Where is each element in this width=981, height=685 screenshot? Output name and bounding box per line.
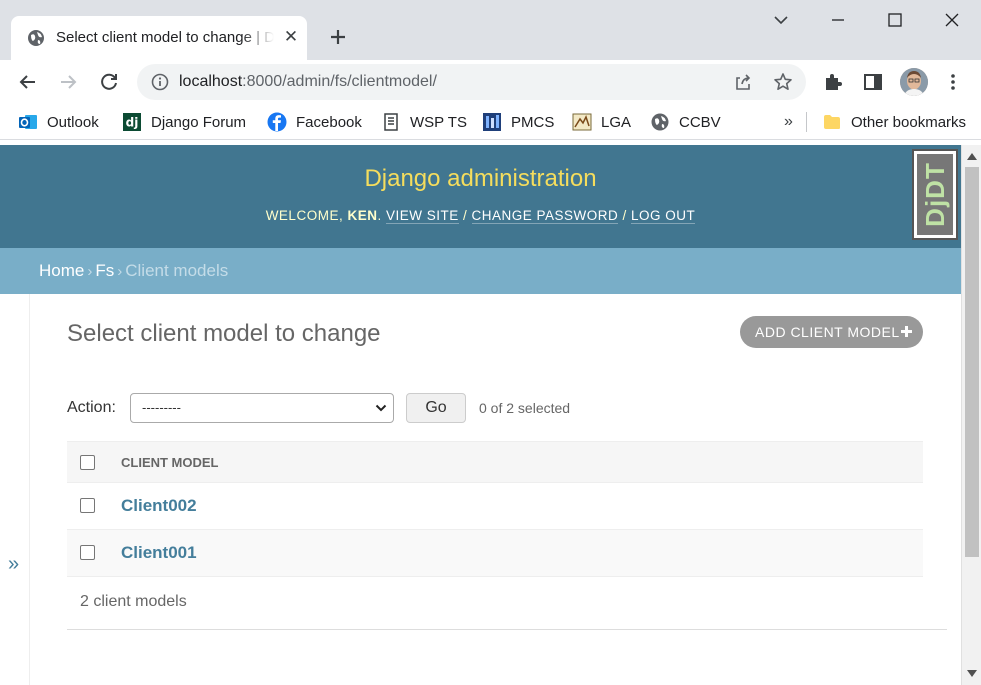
admin-header: Django administration WELCOME, KEN. VIEW…	[0, 145, 961, 248]
table-row: Client001	[67, 529, 923, 577]
action-label: Action:	[67, 399, 116, 416]
browser-titlebar: Select client model to change | Django s…	[0, 0, 981, 60]
site-info-icon[interactable]	[151, 73, 169, 91]
site-branding[interactable]: Django administration	[0, 165, 961, 193]
profile-face-icon	[900, 68, 928, 96]
user-tools: WELCOME, KEN. VIEW SITE / CHANGE PASSWOR…	[265, 208, 696, 224]
select-all-checkbox[interactable]	[80, 455, 95, 471]
row-checkbox-cell	[67, 483, 121, 530]
close-window-icon[interactable]	[939, 8, 965, 32]
bookmarks-divider	[806, 112, 807, 132]
maximize-icon[interactable]	[882, 8, 908, 32]
django-icon: dj	[123, 113, 141, 131]
pmcs-icon	[483, 113, 501, 131]
action-select-value: ---------	[142, 400, 181, 415]
tab-title: Select client model to change | Django s…	[56, 29, 274, 46]
results-table: CLIENT MODEL Client002 Client001	[67, 441, 923, 577]
menu-kebab-icon[interactable]	[942, 71, 964, 93]
page-scrollbar[interactable]	[961, 145, 981, 685]
address-bar[interactable]: localhost:8000/admin/fs/clientmodel/	[137, 64, 806, 100]
row-title-cell: Client001	[121, 530, 923, 577]
bookmark-lga[interactable]: LGA	[572, 110, 631, 134]
sidebar-divider	[29, 294, 30, 685]
back-icon[interactable]	[16, 70, 40, 94]
browser-toolbar: localhost:8000/admin/fs/clientmodel/	[0, 60, 981, 104]
actions-bar: Action: --------- Go 0 of 2 selected	[67, 393, 923, 423]
username: KEN	[347, 208, 378, 223]
select-all-cell	[67, 441, 121, 483]
new-tab-icon[interactable]	[326, 25, 350, 49]
row-checkbox-cell	[67, 530, 121, 577]
url-host: localhost	[179, 73, 243, 90]
scrollbar-thumb[interactable]	[965, 167, 979, 557]
breadcrumb: Home › Fs › Client models	[0, 248, 961, 294]
bookmark-ccbv[interactable]: CCBV	[650, 110, 721, 134]
row-title-cell: Client002	[121, 483, 923, 530]
go-button[interactable]: Go	[406, 393, 466, 423]
page-title: Select client model to change	[67, 320, 381, 347]
log-out-link[interactable]: LOG OUT	[631, 208, 696, 224]
row-checkbox[interactable]	[80, 545, 95, 561]
bookmark-other-folder[interactable]: Other bookmarks	[822, 110, 966, 134]
paginator: 2 client models	[67, 581, 947, 630]
bookmark-outlook[interactable]: Outlook	[18, 110, 99, 134]
browser-tab-active[interactable]: Select client model to change | Django s…	[11, 16, 307, 60]
minimize-icon[interactable]	[825, 8, 851, 32]
plus-icon	[901, 326, 912, 337]
welcome-text: WELCOME,	[265, 208, 348, 223]
action-select[interactable]: ---------	[130, 393, 394, 423]
selection-counter: 0 of 2 selected	[479, 400, 571, 416]
reload-icon[interactable]	[97, 70, 121, 94]
bookmark-wsp-ts[interactable]: WSP TS	[381, 110, 467, 134]
facebook-icon	[267, 112, 287, 132]
tab-search-chevron-icon[interactable]	[768, 8, 794, 32]
url-path: :8000/admin/fs/clientmodel/	[242, 73, 437, 90]
globe-icon	[28, 30, 44, 46]
globe-icon	[651, 113, 669, 131]
bookmark-django-forum[interactable]: dj Django Forum	[122, 110, 246, 134]
profile-avatar[interactable]	[900, 68, 928, 96]
client-link[interactable]: Client001	[121, 543, 197, 562]
nav-sidebar-toggle[interactable]: »	[8, 553, 19, 576]
view-site-link[interactable]: VIEW SITE	[385, 208, 459, 224]
scroll-down-arrow-icon[interactable]	[967, 670, 977, 677]
svg-text:dj: dj	[126, 116, 139, 130]
scroll-up-arrow-icon[interactable]	[967, 153, 977, 160]
page-viewport: Django administration WELCOME, KEN. VIEW…	[0, 145, 961, 685]
share-icon[interactable]	[733, 72, 753, 92]
bookmarks-overflow-button[interactable]: »	[784, 113, 793, 131]
bookmark-pmcs[interactable]: PMCS	[482, 110, 554, 134]
breadcrumb-home[interactable]: Home	[39, 261, 84, 280]
tab-close-icon[interactable]: ✕	[282, 28, 300, 46]
table-header-row: CLIENT MODEL	[67, 441, 923, 483]
breadcrumb-current: Client models	[125, 261, 229, 280]
side-panel-icon[interactable]	[862, 71, 884, 93]
client-link[interactable]: Client002	[121, 496, 197, 515]
column-header-client-model[interactable]: CLIENT MODEL	[121, 441, 923, 483]
add-client-model-button[interactable]: ADD CLIENT MODEL	[740, 316, 923, 348]
bookmark-facebook[interactable]: Facebook	[267, 110, 362, 134]
extensions-puzzle-icon[interactable]	[822, 71, 844, 93]
table-row: Client002	[67, 483, 923, 530]
document-icon	[384, 113, 398, 131]
forward-icon[interactable]	[56, 70, 80, 94]
outlook-icon	[19, 115, 37, 129]
breadcrumb-separator: ›	[117, 263, 123, 280]
map-icon	[572, 113, 592, 131]
row-checkbox[interactable]	[80, 498, 95, 514]
url-text: localhost:8000/admin/fs/clientmodel/	[179, 73, 437, 91]
change-password-link[interactable]: CHANGE PASSWORD	[471, 208, 619, 224]
add-button-label: ADD CLIENT MODEL	[755, 324, 900, 340]
breadcrumb-app[interactable]: Fs	[95, 261, 114, 280]
debug-toolbar-label: DjDT	[919, 162, 950, 227]
bookmarks-bar: Outlook dj Django Forum Facebook WSP TS …	[0, 104, 981, 140]
folder-icon	[824, 115, 840, 129]
chevron-down-icon	[375, 404, 387, 412]
debug-toolbar-handle[interactable]: DjDT	[912, 149, 958, 240]
breadcrumb-separator: ›	[87, 263, 93, 280]
star-bookmark-icon[interactable]	[773, 72, 793, 92]
